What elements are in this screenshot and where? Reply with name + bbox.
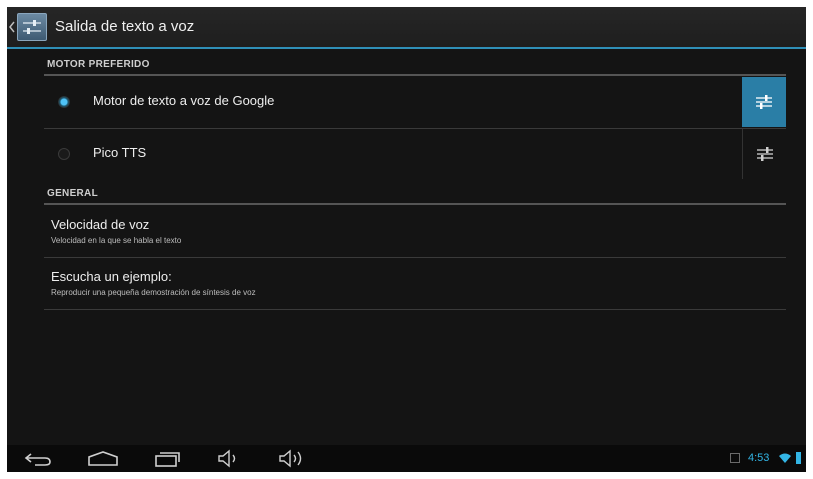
wifi-icon [779, 453, 791, 463]
engine-label: Pico TTS [93, 145, 147, 160]
section-header-general: GENERAL [47, 188, 98, 199]
action-bar: Salida de texto a voz [7, 7, 806, 47]
battery-icon [796, 452, 801, 464]
home-icon[interactable] [86, 450, 120, 467]
engine-settings-button[interactable] [742, 129, 786, 179]
up-caret-icon[interactable] [7, 19, 17, 35]
row-divider [44, 309, 786, 310]
section-divider [44, 203, 786, 205]
sliders-icon [757, 147, 773, 161]
engine-row-google[interactable]: Motor de texto a voz de Google [44, 77, 786, 127]
page-title: Salida de texto a voz [55, 18, 195, 35]
volume-up-icon[interactable] [277, 449, 307, 468]
back-icon[interactable] [23, 451, 53, 467]
engine-settings-button[interactable] [742, 77, 786, 127]
radio-selected-icon[interactable] [58, 96, 70, 108]
pref-title: Escucha un ejemplo: [51, 269, 172, 284]
status-clock[interactable]: 4:53 [748, 452, 769, 464]
volume-down-icon[interactable] [216, 449, 242, 468]
section-divider [44, 74, 786, 76]
navigation-bar: 4:53 [7, 445, 806, 472]
settings-sliders-icon[interactable] [17, 13, 47, 41]
action-bar-divider [7, 47, 806, 49]
engine-row-pico[interactable]: Pico TTS [44, 129, 786, 179]
engine-label: Motor de texto a voz de Google [93, 93, 275, 108]
sliders-icon [756, 95, 772, 109]
radio-unselected-icon[interactable] [58, 148, 70, 160]
notification-gallery-icon[interactable] [730, 453, 740, 463]
pref-title: Velocidad de voz [51, 217, 150, 232]
pref-summary: Velocidad en la que se habla el texto [51, 236, 182, 245]
section-header-preferred-engine: MOTOR PREFERIDO [47, 59, 150, 70]
row-divider [44, 257, 786, 258]
settings-screen: Salida de texto a voz MOTOR PREFERIDO Mo… [7, 7, 806, 472]
pref-summary: Reproducir una pequeña demostración de s… [51, 288, 256, 297]
recent-apps-icon[interactable] [152, 450, 182, 467]
